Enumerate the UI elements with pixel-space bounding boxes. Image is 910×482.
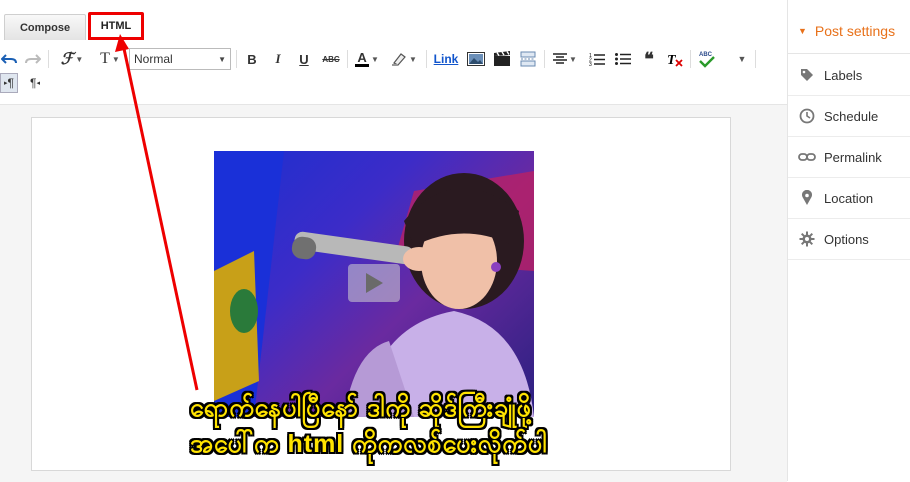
font-family-button[interactable]: ℱ ▼ [56, 49, 88, 69]
sidebar-item-label: Permalink [824, 149, 882, 165]
insert-jump-break-button[interactable] [518, 49, 538, 69]
toolbar-separator [690, 50, 691, 68]
annotation-caption-line-2: အပေါ်က html ကိုကလစ်ပေးလိုက်ပါ [190, 430, 548, 458]
toolbar-separator [426, 50, 427, 68]
chevron-down-icon: ▼ [569, 54, 577, 64]
sidebar-item-options[interactable]: Options [788, 219, 910, 260]
ltr-glyph: ¶ [7, 76, 14, 90]
toolbar-separator [236, 50, 237, 68]
post-settings-title: Post settings [814, 22, 896, 39]
clock-icon [798, 107, 816, 125]
toolbar-separator [48, 50, 49, 68]
italic-button[interactable]: I [270, 49, 286, 69]
chevron-down-icon: ▼ [409, 54, 417, 64]
caret-down-icon: ▼ [798, 25, 807, 36]
more-options-button[interactable]: ▼ [732, 49, 750, 69]
text-color-glyph: A [357, 49, 367, 65]
play-icon [366, 273, 383, 293]
link-icon [798, 148, 816, 166]
image-icon [467, 52, 485, 66]
video-play-button[interactable] [348, 264, 400, 302]
sidebar-item-permalink[interactable]: Permalink [788, 137, 910, 178]
highlight-color-button[interactable]: ▼ [388, 49, 420, 69]
undo-icon [1, 54, 17, 64]
bold-button[interactable]: B [244, 49, 260, 69]
html-tab[interactable]: HTML [88, 12, 144, 40]
quote-icon: ❝ [644, 48, 654, 69]
film-clapper-icon [494, 51, 510, 66]
sidebar-item-label: Schedule [824, 108, 879, 124]
tag-icon [798, 66, 816, 84]
format-select-value: Normal [134, 52, 173, 66]
annotation-caption-line-1: ရောက်နေပါပြီနော် ဒါကို ဆိုဒ်ကြီးချုံဖို့ [190, 394, 532, 422]
numbered-list-icon: 123 [589, 53, 605, 66]
spell-check-button[interactable]: ABC [697, 49, 717, 69]
sidebar-item-label: Location [824, 190, 874, 206]
chevron-down-icon: ▼ [371, 54, 379, 64]
chevron-down-icon: ▼ [218, 55, 226, 64]
insert-image-button[interactable] [466, 49, 486, 69]
rtl-direction-button[interactable]: ¶ ◂ [26, 73, 44, 93]
redo-icon [25, 54, 41, 64]
font-family-icon: ℱ [60, 51, 74, 68]
spell-check-icon: ABC [699, 52, 715, 68]
svg-text:ABC: ABC [699, 52, 713, 58]
editor-mode-tabs: Compose HTML [0, 0, 787, 45]
gear-icon [798, 230, 816, 248]
bulleted-list-icon [615, 53, 631, 65]
text-color-button[interactable]: A ▼ [352, 49, 382, 69]
post-settings-header[interactable]: ▼ Post settings [788, 8, 910, 54]
post-settings-sidebar: ▼ Post settings Labels Schedule Permalin… [787, 0, 910, 481]
font-size-icon: T [100, 50, 110, 67]
sidebar-item-location[interactable]: Location [788, 178, 910, 219]
alignment-button[interactable]: ▼ [550, 49, 580, 69]
post-editor: Compose HTML ℱ ▼ T ▼ Normal ▼ B I U ABC A … [0, 0, 787, 482]
highlighter-icon [392, 53, 406, 66]
insert-video-button[interactable] [492, 49, 512, 69]
insert-link-button[interactable]: Link [432, 49, 460, 69]
toolbar-separator [347, 50, 348, 68]
sidebar-item-schedule[interactable]: Schedule [788, 96, 910, 137]
align-center-icon [553, 53, 568, 64]
pin-icon [798, 189, 816, 207]
bulleted-list-button[interactable] [614, 49, 632, 69]
ltr-direction-button[interactable]: ▸ ¶ [0, 73, 18, 93]
rtl-icon: ¶ ◂ [30, 76, 40, 90]
chevron-down-icon: ▼ [75, 54, 84, 64]
ltr-icon: ▸ ¶ [4, 76, 14, 90]
underline-button[interactable]: U [296, 49, 312, 69]
chevron-down-icon: ▼ [111, 54, 120, 64]
quote-button[interactable]: ❝ [640, 49, 658, 69]
undo-button[interactable] [0, 49, 18, 69]
toolbar-separator [755, 50, 756, 68]
sidebar-item-labels[interactable]: Labels [788, 55, 910, 96]
svg-text:3: 3 [589, 62, 592, 66]
toolbar-separator [544, 50, 545, 68]
remove-formatting-button[interactable]: T [666, 49, 684, 69]
numbered-list-button[interactable]: 123 [588, 49, 606, 69]
compose-tab[interactable]: Compose [4, 14, 86, 40]
font-size-button[interactable]: T ▼ [94, 49, 126, 69]
jump-break-icon [520, 51, 536, 67]
text-color-icon: A [355, 49, 370, 67]
sidebar-item-label: Options [824, 231, 869, 247]
chevron-down-icon: ▼ [737, 54, 747, 64]
svg-text:T: T [667, 53, 677, 67]
remove-formatting-icon: T [667, 53, 683, 67]
sidebar-item-label: Labels [824, 67, 863, 83]
redo-button[interactable] [24, 49, 42, 69]
format-select[interactable]: Normal ▼ [129, 48, 231, 70]
strikethrough-button[interactable]: ABC [320, 49, 342, 69]
